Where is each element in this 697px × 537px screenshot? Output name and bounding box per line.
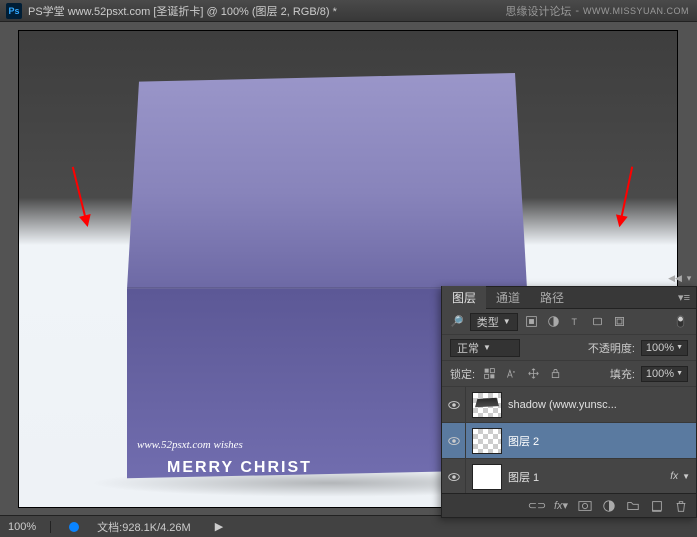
filter-toggle-switch[interactable] [672, 314, 688, 330]
annotation-arrow-right [619, 166, 633, 225]
layer-name[interactable]: 图层 1 [508, 469, 670, 485]
layer-style-icon[interactable]: fx▾ [554, 499, 568, 513]
filter-shape-icon[interactable] [590, 314, 606, 330]
layer-mask-icon[interactable] [578, 499, 592, 513]
layer-name[interactable]: 图层 2 [508, 433, 690, 449]
fx-badge[interactable]: fx [670, 471, 678, 482]
annotation-arrow-left [72, 167, 88, 226]
adjustment-layer-icon[interactable] [602, 499, 616, 513]
panel-tabs: 图层 通道 路径 ▾≡ [442, 287, 696, 309]
panel-menu-icon[interactable]: ▾≡ [672, 291, 696, 304]
filter-type-icon[interactable]: T [568, 314, 584, 330]
tab-paths[interactable]: 路径 [530, 286, 574, 309]
status-bar: 100% 文档:928.1K/4.26M ▶ [0, 515, 697, 537]
status-indicator-icon [69, 522, 79, 532]
blend-mode-dropdown[interactable]: 正常▼ [450, 339, 520, 357]
layer-name[interactable]: shadow (www.yunsc... [508, 399, 690, 411]
tab-layers[interactable]: 图层 [442, 286, 486, 309]
blend-row: 正常▼ 不透明度: 100%▼ [442, 335, 696, 361]
chevron-down-icon: ▼ [483, 343, 491, 352]
delete-layer-icon[interactable] [674, 499, 688, 513]
opacity-label: 不透明度: [588, 340, 635, 356]
visibility-toggle[interactable] [442, 387, 466, 422]
collapse-icon[interactable]: ◀◀ [670, 273, 680, 283]
group-icon[interactable] [626, 499, 640, 513]
fill-input[interactable]: 100%▼ [641, 366, 688, 382]
visibility-toggle[interactable] [442, 423, 466, 458]
filter-row: 🔎 类型▼ T [442, 309, 696, 335]
layers-panel: ◀◀ ▾ 图层 通道 路径 ▾≡ 🔎 类型▼ T 正常▼ 不透明度: 100%▼… [441, 286, 697, 518]
lock-row: 锁定: 填充: 100%▼ [442, 361, 696, 387]
lock-all-icon[interactable] [547, 366, 563, 382]
lock-position-icon[interactable] [525, 366, 541, 382]
opacity-input[interactable]: 100%▼ [641, 340, 688, 356]
tab-channels[interactable]: 通道 [486, 286, 530, 309]
chevron-down-icon[interactable]: ▼ [682, 472, 690, 481]
photoshop-logo-icon: Ps [6, 3, 22, 19]
svg-text:T: T [572, 317, 578, 327]
visibility-toggle[interactable] [442, 459, 466, 494]
layer-thumbnail[interactable] [472, 392, 502, 418]
card-top-panel [127, 73, 527, 289]
panel-footer: ⊂⊃ fx▾ [442, 493, 696, 517]
link-layers-icon[interactable]: ⊂⊃ [530, 499, 544, 513]
zoom-level[interactable]: 100% [8, 521, 51, 533]
watermark: 思缘设计论坛 - WWW.MISSYUAN.COM [505, 3, 689, 19]
lock-image-icon[interactable] [503, 366, 519, 382]
fill-label: 填充: [610, 366, 635, 382]
card-merry-text: MERRY CHRIST [167, 459, 312, 477]
lock-label: 锁定: [450, 366, 475, 382]
close-panel-icon[interactable]: ▾ [684, 273, 694, 283]
panel-controls: ◀◀ ▾ [670, 273, 694, 283]
layer-thumbnail[interactable] [472, 428, 502, 454]
filter-adjustment-icon[interactable] [546, 314, 562, 330]
filter-pixel-icon[interactable] [524, 314, 540, 330]
layer-row[interactable]: 图层 2 [442, 423, 696, 459]
lock-transparency-icon[interactable] [481, 366, 497, 382]
search-icon[interactable]: 🔎 [450, 315, 464, 328]
new-layer-icon[interactable] [650, 499, 664, 513]
chevron-down-icon: ▼ [676, 344, 683, 351]
layer-thumbnail[interactable] [472, 464, 502, 490]
chevron-down-icon: ▼ [676, 370, 683, 377]
chevron-right-icon[interactable]: ▶ [215, 520, 223, 533]
filter-kind-dropdown[interactable]: 类型▼ [470, 313, 518, 331]
layer-row[interactable]: shadow (www.yunsc... [442, 387, 696, 423]
layer-row[interactable]: 图层 1 fx ▼ [442, 459, 696, 495]
card-wishes-text: www.52psxt.com wishes [137, 439, 243, 451]
layers-list: shadow (www.yunsc... 图层 2 图层 1 fx ▼ [442, 387, 696, 497]
filter-smartobject-icon[interactable] [612, 314, 628, 330]
document-title: PS学堂 www.52psxt.com [圣诞折卡] @ 100% (图层 2,… [28, 3, 337, 19]
doc-size-label: 文档:928.1K/4.26M [97, 519, 191, 535]
chevron-down-icon: ▼ [503, 317, 511, 326]
